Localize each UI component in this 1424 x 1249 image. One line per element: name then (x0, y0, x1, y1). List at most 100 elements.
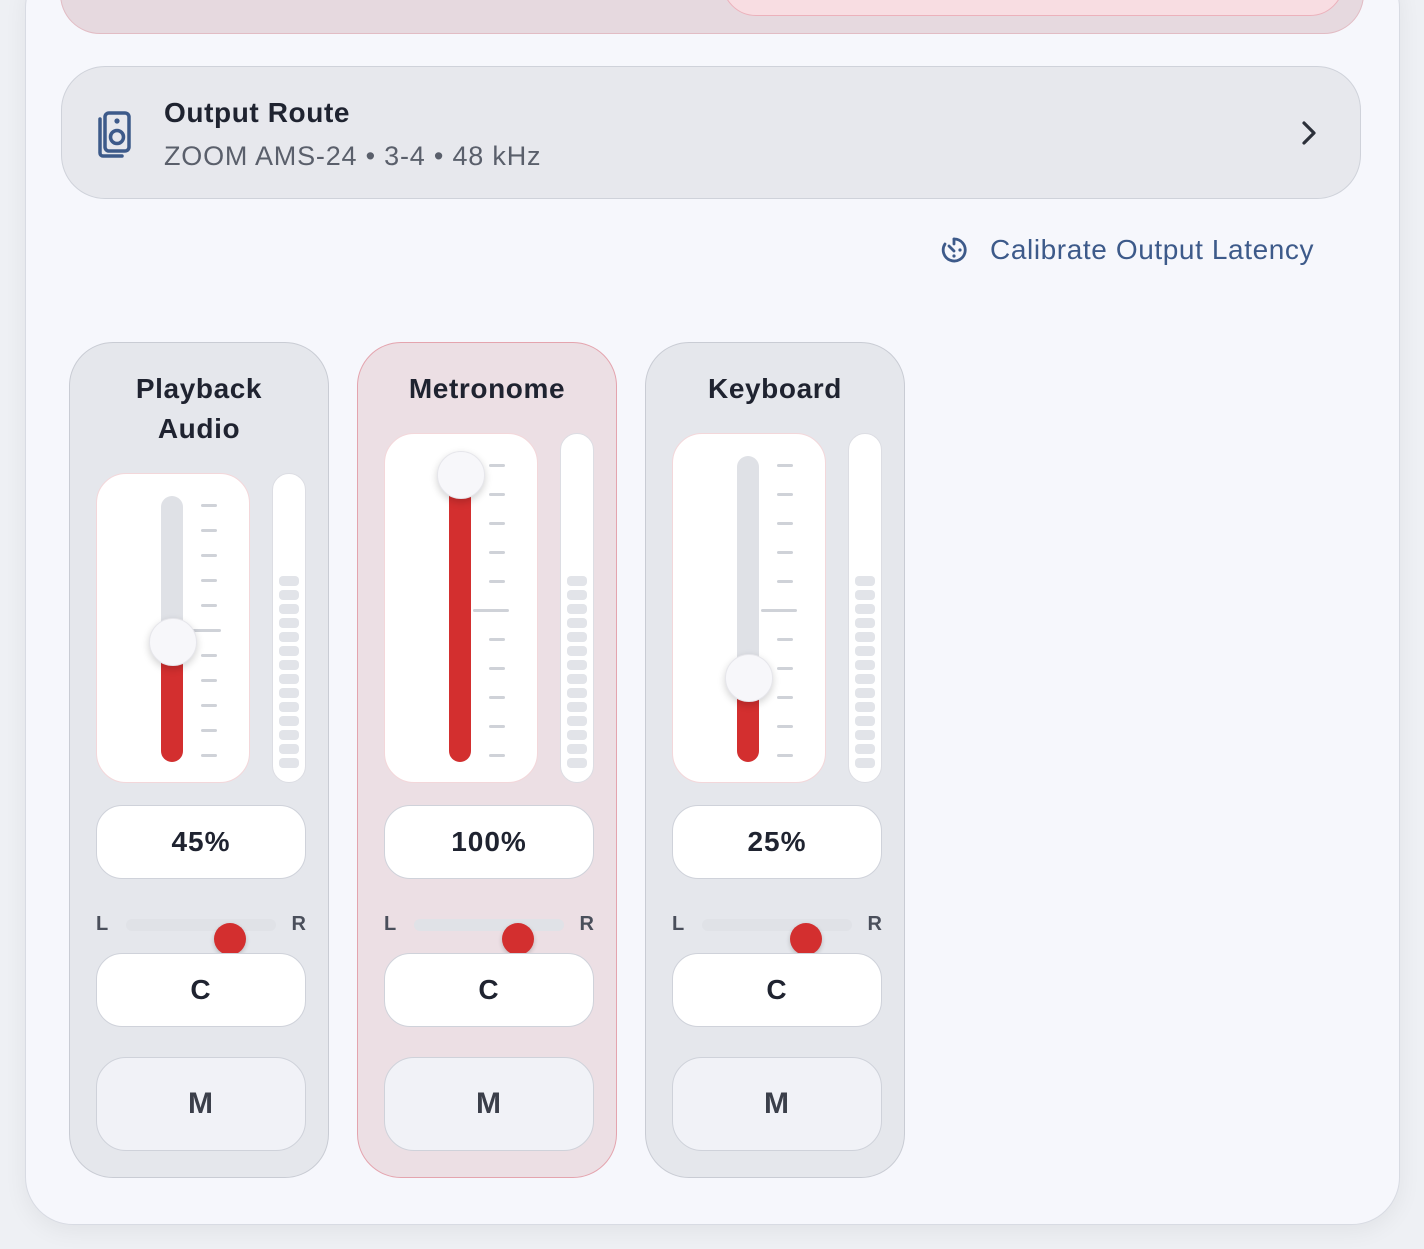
fader-tick (201, 604, 217, 607)
volume-value[interactable]: 100% (384, 805, 594, 879)
volume-value[interactable]: 25% (672, 805, 882, 879)
pan-knob[interactable] (214, 923, 246, 955)
output-route-card[interactable]: Output Route ZOOM AMS-24 • 3-4 • 48 kHz (61, 66, 1361, 199)
pan-track[interactable] (702, 919, 852, 955)
meter-segment (567, 576, 587, 586)
meter-segment (279, 618, 299, 628)
speaker-icon (98, 111, 131, 158)
meter-segment (279, 674, 299, 684)
fader-tick (489, 522, 505, 525)
fader-tick (489, 725, 505, 728)
fader-tick (777, 580, 793, 583)
meter-segment (279, 730, 299, 740)
meter-segment (279, 660, 299, 670)
meter-segment (855, 604, 875, 614)
meter-segment (279, 590, 299, 600)
fader-tick (777, 725, 793, 728)
calibrate-latency-link[interactable]: Calibrate Output Latency (940, 230, 1314, 270)
meter-segment (567, 758, 587, 768)
pan-left-label: L (384, 913, 397, 935)
fader-tick (489, 464, 505, 467)
fader-knob[interactable] (437, 451, 485, 499)
fader-tick (489, 580, 505, 583)
channel-strip-keyboard: Keyboard 25% L R C M (645, 342, 905, 1178)
pan-track[interactable] (126, 919, 276, 955)
meter-segment (567, 716, 587, 726)
previous-card-inner[interactable] (722, 0, 1344, 16)
fader-tick (201, 529, 217, 532)
fader-tick (489, 667, 505, 670)
fader-tick (777, 754, 793, 757)
mute-button[interactable]: M (672, 1057, 882, 1151)
meter-segment (855, 632, 875, 642)
fader-tick (489, 493, 505, 496)
volume-fader[interactable] (96, 473, 250, 783)
meter-segment (279, 576, 299, 586)
fader-tick (777, 522, 793, 525)
pan-center-button[interactable]: C (672, 953, 882, 1027)
meter-segment (279, 758, 299, 768)
volume-fader[interactable] (672, 433, 826, 783)
fader-tick (777, 696, 793, 699)
mute-button[interactable]: M (384, 1057, 594, 1151)
fader-tick (201, 729, 217, 732)
channel-strip-metronome: Metronome 100% L R C M (357, 342, 617, 1178)
fader-tick (777, 638, 793, 641)
fader-tick (777, 551, 793, 554)
meter-segment (567, 618, 587, 628)
fader-tick (489, 638, 505, 641)
level-meter (560, 433, 594, 783)
meter-segment (855, 716, 875, 726)
meter-segment (855, 590, 875, 600)
mute-button[interactable]: M (96, 1057, 306, 1151)
fader-fill (449, 474, 471, 762)
pan-knob[interactable] (790, 923, 822, 955)
fader-tick (777, 493, 793, 496)
pan-left-label: L (96, 913, 109, 935)
meter-segment (567, 604, 587, 614)
fader-tick (201, 679, 217, 682)
channel-name: Metronome (408, 373, 566, 404)
meter-segment (567, 660, 587, 670)
pan-right-label: R (867, 913, 882, 935)
pan-right-label: R (579, 913, 594, 935)
meter-segment (855, 702, 875, 712)
meter-segment (855, 744, 875, 754)
meter-segment (567, 730, 587, 740)
fader-tick (201, 754, 217, 757)
meter-segment (279, 688, 299, 698)
pan-center-button[interactable]: C (384, 953, 594, 1027)
meter-segment (567, 632, 587, 642)
meter-segment (279, 744, 299, 754)
fader-tick (201, 654, 217, 657)
meter-segment (567, 646, 587, 656)
meter-segment (567, 674, 587, 684)
fader-tick (489, 696, 505, 699)
pan-center-button[interactable]: C (96, 953, 306, 1027)
volume-value[interactable]: 45% (96, 805, 306, 879)
fader-knob[interactable] (149, 617, 197, 666)
fader-tick (777, 667, 793, 670)
fader-tick (473, 609, 509, 612)
pan-slider[interactable]: L R (96, 905, 306, 955)
meter-segment (279, 702, 299, 712)
output-route-device: ZOOM AMS-24 • 3-4 • 48 kHz (164, 141, 542, 171)
pan-knob[interactable] (502, 923, 534, 955)
level-meter (848, 433, 882, 783)
meter-segment (855, 576, 875, 586)
calibrate-latency-label: Calibrate Output Latency (990, 234, 1315, 265)
pan-left-label: L (672, 913, 685, 935)
meter-segment (855, 646, 875, 656)
level-meter (272, 473, 306, 783)
volume-fader[interactable] (384, 433, 538, 783)
fader-knob[interactable] (725, 653, 773, 702)
fader-tick (761, 609, 797, 612)
channel-name: Playback Audio (135, 373, 263, 444)
fader-tick (201, 704, 217, 707)
chevron-right-icon (1302, 121, 1316, 145)
pan-slider[interactable]: L R (672, 905, 882, 955)
meter-segment (279, 604, 299, 614)
meter-segment (855, 660, 875, 670)
pan-track[interactable] (414, 919, 564, 955)
pan-slider[interactable]: L R (384, 905, 594, 955)
